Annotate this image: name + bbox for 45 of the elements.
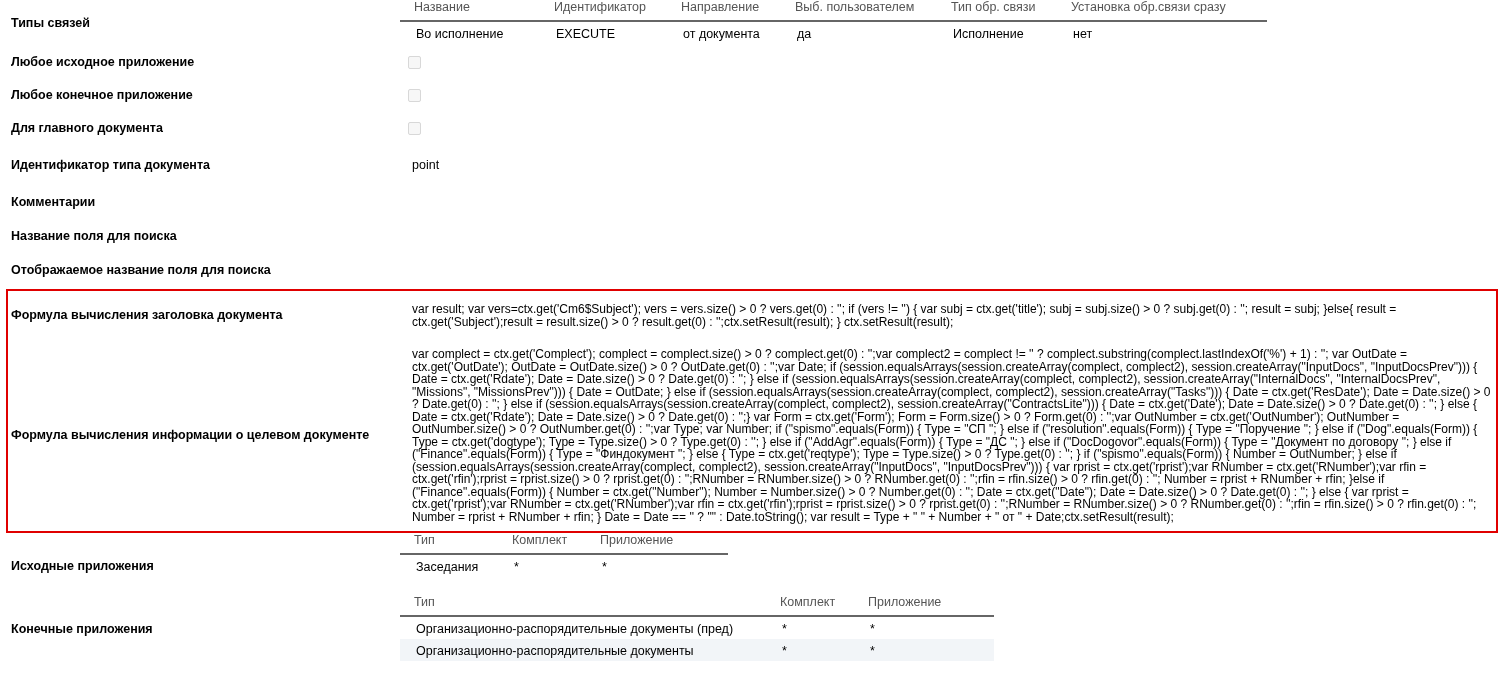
column-header: Комплект <box>512 533 568 547</box>
field-value: point <box>412 156 440 174</box>
column-header: Приложение <box>868 595 942 609</box>
field-label: Для главного документа <box>11 120 163 138</box>
table-cell: * <box>514 560 519 574</box>
column-header: Название <box>414 0 470 14</box>
table-cell: * <box>782 622 787 636</box>
table-cell: Организационно-распорядительные документы (пред) <box>416 622 734 636</box>
field-label: Любое исходное приложение <box>11 54 195 72</box>
table-cell: * <box>782 644 787 658</box>
table-cell: Исполнение <box>953 27 1024 41</box>
table-cell: * <box>602 560 607 574</box>
column-header: Установка обр.связи сразу <box>1071 0 1226 14</box>
table-cell: Во исполнение <box>416 27 504 41</box>
table-cell: нет <box>1073 27 1093 41</box>
column-header: Выб. пользователем <box>795 0 915 14</box>
field-label: Исходные приложения <box>11 557 154 575</box>
checkbox[interactable] <box>408 56 421 69</box>
table-cell: * <box>870 644 875 658</box>
field-label: Комментарии <box>11 193 96 211</box>
checkbox[interactable] <box>408 89 421 102</box>
table-cell: Заседания <box>416 560 479 574</box>
field-label: Конечные приложения <box>11 620 153 638</box>
formula-text: var result; var vers=ctx.get('Cm6$Subject'); vers = vers.size() > 0 ? vers.get(0) : ''; if (vers != '') { var subj = ctx.get('title'); subj = subj.size() > 0 ? subj.get(0) : ''; result = subj; }else{ result = ctx.get('Subject');result = result.size() > 0 ? result.get(0) : '';ctx.setResult(result); } ctx.setResult(result); <box>412 303 1398 328</box>
column-header: Тип обр. связи <box>951 0 1036 14</box>
table-cell: от документа <box>683 27 760 41</box>
table-cell: EXECUTE <box>556 27 616 41</box>
field-label: Формула вычисления информации о целевом документе <box>11 427 370 445</box>
formula-text: var complect = ctx.get('Complect'); complect = complect.size() > 0 ? complect.get(0) : '';var complect2 = complect != '' ? complect.substring(complect.lastIndexOf('%') + 1) : ''; var OutDate = ctx.get('OutDate'); OutDate = OutDate.size() > 0 ? OutDate.get(0) : '';var Date; if (session.equalsArrays(session.createArray(complect, complect2), session.createArray("InputDocs", "InputDocsPrev"))) { Date = ctx.get('Rdate'); Date = Date.size() > 0 ? Date.get(0) : ''; } else if (session.equalsArrays(session.createArray(complect, complect2), session.createArray("InternalDocs", "InternalDocsPrev", "Missions", "MissionsPrev"))) { Date = OutDate; } else if (session.equalsArrays(session.createArray(complect, complect2), session.createArray("Tasks"))) { Date = ctx.get('ResDate'); Date = Date.size() > 0 ? Date.get(0) : ''; } else if (session.equalsArrays(session.createArray(complect, complect2), session.createArray("ContractsLite"))) { Date = ctx.get('Date'); Date = Date.size() > 0 ? Date.get(0) : ''; } else { Date = ctx.get('Rdate'); Date = Date.size() > 0 ? Date.get(0) : '';} var Form = ctx.get('Form'); Form = Form.size() > 0 ? Form.get(0) : '';var OutNumber = ctx.get('OutNumber'); OutNumber = OutNumber.size() > 0 ? OutNumber.get(0) : '';var Type; var Number; if ("spismo".equals(Form)) { Type = "СП "; } else if ("resolution".equals(Form)) { Type = "Поручение "; } else if ("Dog".equals(Form)) { Type = ctx.get('dogtype'); Type = Type.size() > 0 ? Type.get(0) : ''; } else if ("AddAgr".equals(Form)) { Type = "ДС "; } else if ("DocDogovor".equals(Form)) { Type = "Документ по договору "; } else if ("Finance".equals(Form)) { Type = "Финдокумент "; } else { Type = ctx.get('reqtype'); Type = Type.size() > 0 ? Type.get(0) : ''; } if ("spismo".equals(Form)) { Number = OutNumber; } else if (session.equalsArrays(session.createArray(complect, complect2), session.createArray("InputDocs", "InputDocsPrev"))) { var rprist = ctx.get('rprist');var RNumber = ctx.get('RNumber');var rfin = ctx.get('rfin');rprist = rprist.size() > 0 ? rprist.get(0) : '';RNumber = RNumber.size() > 0 ? RNumber.get(0) : '';rfin = rfin.size() > 0 ? rfin.get(0) : ''; Number = rprist + RNumber + rfin; }else if ("Finance".equals(Form)) { Number = ctx.get("Number"); Number = Number.size() > 0 ? Number.get(0) : ''; Date = ctx.get("Date"); Date = Date.size() > 0 ? Date.get(0) : ''; } else { var rprist = ctx.get('rprist');var RNumber = ctx.get('RNumber');var rfin = ctx.get('rfin');rprist = rprist.size() > 0 ? rprist.get(0) : '';RNumber = RNumber.size() > 0 ? RNumber.get(0) : '';rfin = rfin.size() > 0 ? rfin.get(0) : ''; Number = rprist + RNumber + rfin; } Date = Date == '' ? "" : Date.toString(); var result = Type + " " + Number + " от " + Date;ctx.setResult(result); <box>412 348 1492 523</box>
field-label: Типы связей <box>11 14 90 32</box>
column-header: Направление <box>681 0 760 14</box>
field-label: Отображаемое название поля для поиска <box>11 261 271 279</box>
checkbox[interactable] <box>408 122 421 135</box>
field-label: Любое конечное приложение <box>11 87 193 105</box>
field-label: Название поля для поиска <box>11 227 177 245</box>
table-cell: Организационно-распорядительные документы <box>416 644 694 658</box>
column-header: Комплект <box>780 595 836 609</box>
table-cell: * <box>870 622 875 636</box>
field-label: Идентификатор типа документа <box>11 156 210 174</box>
field-label: Формула вычисления заголовка документа <box>11 307 283 325</box>
column-header: Тип <box>414 533 435 547</box>
column-header: Тип <box>414 595 435 609</box>
column-header: Идентификатор <box>554 0 647 14</box>
table-cell: да <box>797 27 812 41</box>
column-header: Приложение <box>600 533 674 547</box>
